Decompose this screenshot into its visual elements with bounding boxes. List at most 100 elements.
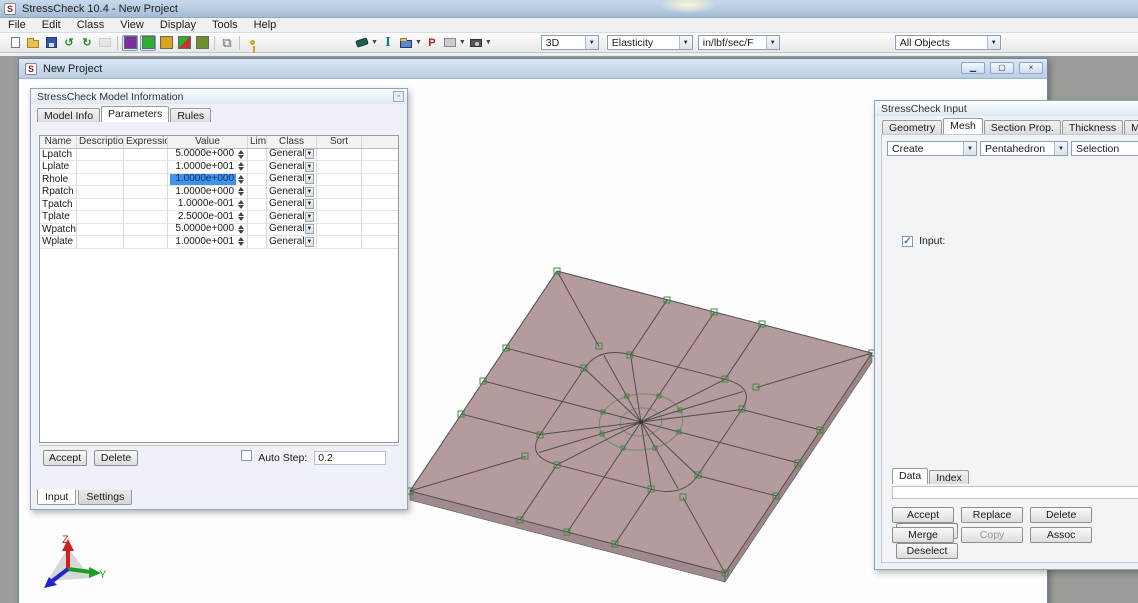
tab-data[interactable]: Data [892,468,928,484]
tab-mesh[interactable]: Mesh [943,118,983,134]
method-combo[interactable]: Selection [1071,141,1138,156]
value-spinner[interactable] [236,186,245,197]
element-combo-arrow-icon[interactable]: ▼ [1054,142,1067,155]
value-spinner[interactable] [236,149,245,160]
table-row[interactable]: Tplate2.5000e-001General▼ [40,211,398,224]
param-expression[interactable] [124,211,168,223]
tab-geometry[interactable]: Geometry [882,120,942,134]
snapshot-dropdown-icon[interactable]: ▼ [485,39,492,46]
param-value[interactable]: 1.0000e-001 [170,199,236,211]
menu-tools[interactable]: Tools [204,18,246,32]
input-checkbox[interactable]: ✓ [902,236,913,247]
tab-section-prop[interactable]: Section Prop. [984,120,1061,134]
snapshot-icon[interactable] [468,35,484,51]
delete-button-panel[interactable]: Delete [1030,507,1092,523]
deselect-button[interactable]: Deselect [896,543,958,559]
param-sort[interactable] [317,161,362,173]
objects-combo[interactable]: All Objects ▼ [895,35,1001,50]
class-dropdown-icon[interactable]: ▼ [305,212,314,222]
import-icon[interactable]: ↺ [61,35,77,51]
param-value[interactable]: 1.0000e+001 [170,236,236,248]
view-solution-icon[interactable] [176,35,192,51]
class-dropdown-icon[interactable]: ▼ [305,199,314,209]
value-spinner[interactable] [236,236,245,247]
value-spinner[interactable] [236,174,245,185]
table-row[interactable]: Wpatch5.0000e+000General▼ [40,224,398,237]
menu-help[interactable]: Help [246,18,285,32]
param-sort[interactable] [317,174,362,186]
auto-step-field[interactable]: 0.2 [314,451,386,465]
open-file-icon[interactable] [25,35,41,51]
param-sort[interactable] [317,149,362,161]
param-value[interactable]: 1.0000e+001 [170,161,236,173]
dialog-pin-button[interactable]: ▫ [393,91,404,102]
param-value[interactable]: 5.0000e+000 [170,224,236,236]
param-description[interactable] [77,161,124,173]
param-class-cell[interactable]: General▼ [267,186,317,198]
param-value-cell[interactable]: 1.0000e+001 [168,236,248,248]
table-row[interactable]: Lpatch5.0000e+000General▼ [40,149,398,162]
eraser-icon[interactable] [354,35,370,51]
theory-combo[interactable]: Elasticity ▼ [607,35,693,50]
theory-combo-arrow-icon[interactable]: ▼ [679,36,692,49]
param-value-cell[interactable]: 5.0000e+000 [168,224,248,236]
export-icon[interactable]: ↻ [79,35,95,51]
data-list-area[interactable] [892,486,1138,499]
class-dropdown-icon[interactable]: ▼ [305,174,314,184]
param-limit[interactable] [248,211,267,223]
param-expression[interactable] [124,186,168,198]
maximize-button[interactable]: ▢ [990,62,1014,74]
objects-combo-arrow-icon[interactable]: ▼ [987,36,1000,49]
assoc-button[interactable]: Assoc [1030,527,1092,543]
param-value-cell[interactable]: 2.5000e-001 [168,211,248,223]
action-combo[interactable]: Create ▼ [887,141,977,156]
param-description[interactable] [77,199,124,211]
tab-rules[interactable]: Rules [170,108,211,122]
value-spinner[interactable] [236,211,245,222]
delete-button[interactable]: Delete [94,450,138,466]
tab-model-info[interactable]: Model Info [37,108,100,122]
class-dropdown-icon[interactable]: ▼ [305,162,314,172]
table-row[interactable]: Wplate1.0000e+001General▼ [40,236,398,249]
table-row[interactable]: Lplate1.0000e+001General▼ [40,161,398,174]
eraser-dropdown-icon[interactable]: ▼ [371,39,378,46]
param-value[interactable]: 2.5000e-001 [170,211,236,223]
dimension-combo[interactable]: 3D ▼ [541,35,599,50]
param-sort[interactable] [317,236,362,248]
menu-view[interactable]: View [112,18,152,32]
tab-settings[interactable]: Settings [78,490,132,505]
table-row[interactable]: Tpatch1.0000e-001General▼ [40,199,398,212]
parameter-icon[interactable]: P [424,35,440,51]
param-limit[interactable] [248,149,267,161]
layers-icon[interactable] [398,35,414,51]
param-description[interactable] [77,224,124,236]
ibeam-icon[interactable]: I [380,35,396,51]
auto-step-checkbox[interactable] [241,450,252,461]
param-limit[interactable] [248,186,267,198]
param-class-cell[interactable]: General▼ [267,161,317,173]
value-spinner[interactable] [236,224,245,235]
param-class-cell[interactable]: General▼ [267,149,317,161]
tab-index[interactable]: Index [929,470,969,484]
param-expression[interactable] [124,224,168,236]
units-combo-arrow-icon[interactable]: ▼ [766,36,779,49]
param-expression[interactable] [124,236,168,248]
param-sort[interactable] [317,186,362,198]
param-class-cell[interactable]: General▼ [267,224,317,236]
param-class-cell[interactable]: General▼ [267,211,317,223]
replace-button[interactable]: Replace [961,507,1023,523]
table-row[interactable]: Rpatch1.0000e+000General▼ [40,186,398,199]
dimension-combo-arrow-icon[interactable]: ▼ [585,36,598,49]
view-mesh-icon[interactable] [140,35,156,51]
param-expression[interactable] [124,174,168,186]
param-description[interactable] [77,211,124,223]
plotter-dropdown-icon[interactable]: ▼ [459,39,466,46]
param-sort[interactable] [317,199,362,211]
view-model-icon[interactable] [122,35,138,51]
param-limit[interactable] [248,161,267,173]
units-combo[interactable]: in/lbf/sec/F ▼ [698,35,780,50]
action-combo-arrow-icon[interactable]: ▼ [963,142,976,155]
param-class-cell[interactable]: General▼ [267,174,317,186]
table-row[interactable]: Rhole1.0000e+000General▼ [40,174,398,187]
param-expression[interactable] [124,149,168,161]
